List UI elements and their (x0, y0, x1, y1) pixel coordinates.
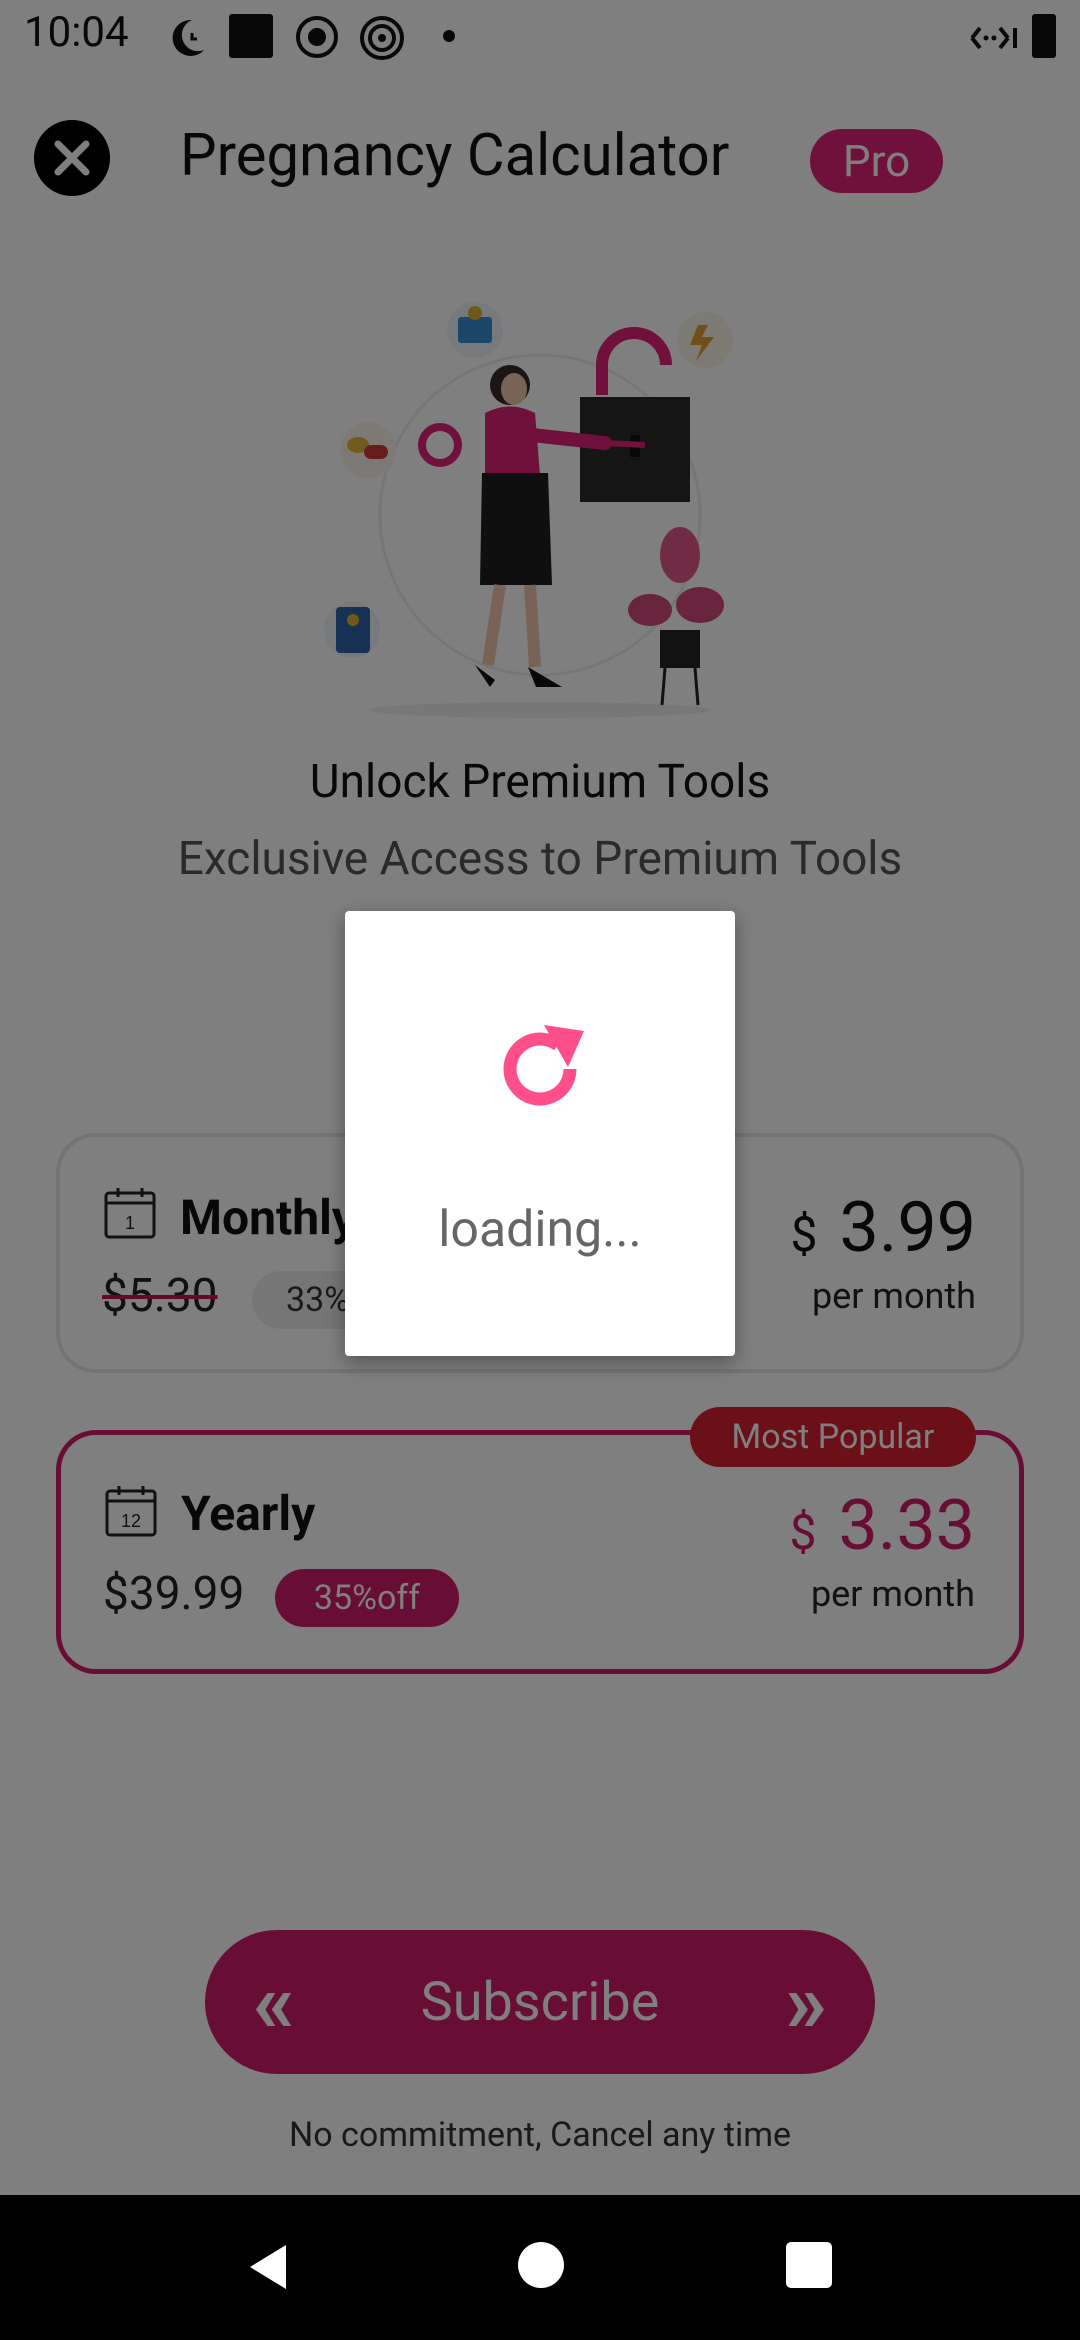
home-icon[interactable] (518, 2242, 564, 2288)
refresh-icon (503, 1025, 584, 1106)
loading-dialog: loading... (345, 911, 735, 1356)
loading-text: loading... (438, 1201, 642, 1259)
navigation-bar (0, 2195, 1080, 2340)
back-icon[interactable] (240, 2239, 296, 2295)
recents-icon[interactable] (786, 2242, 832, 2288)
